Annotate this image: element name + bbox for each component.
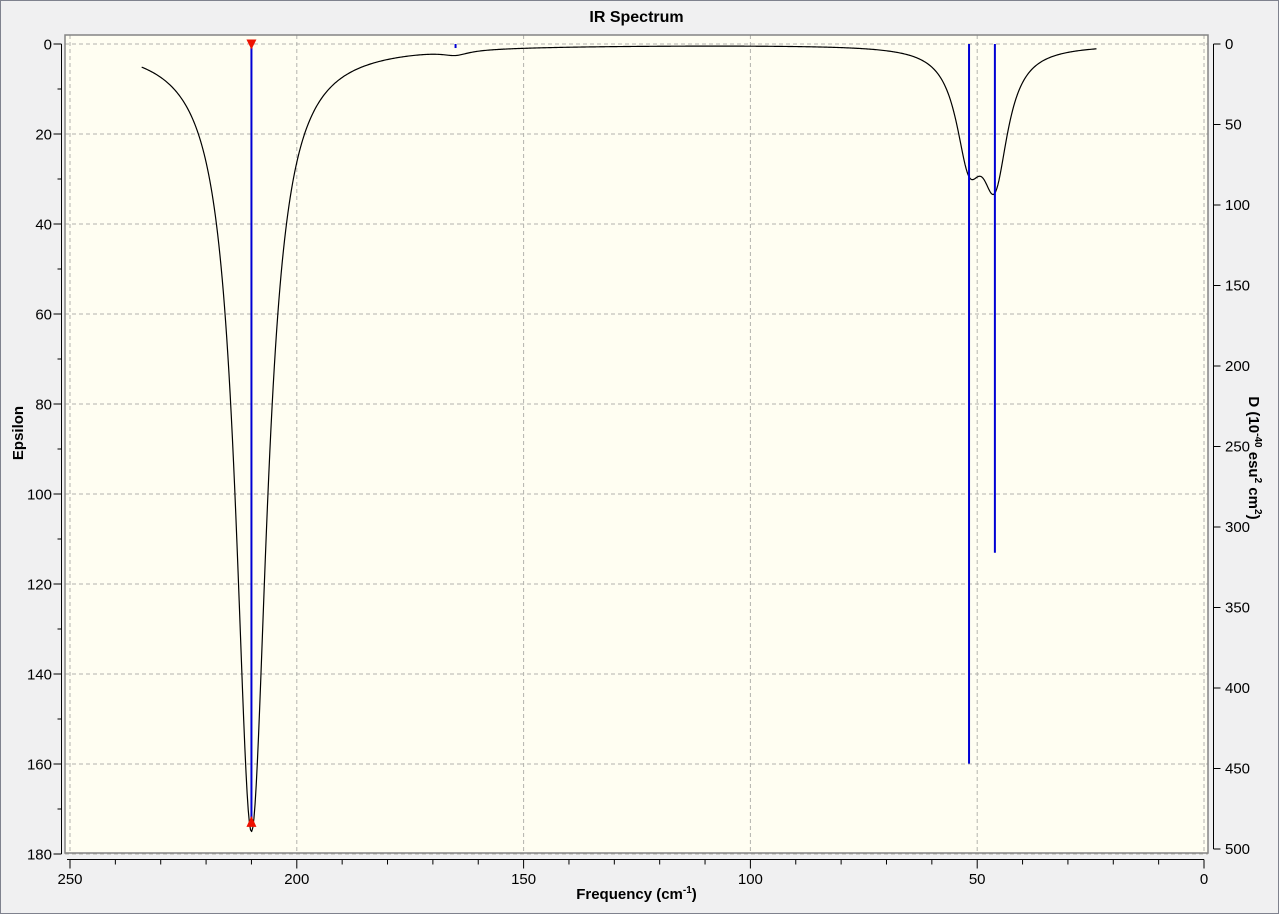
y-right-tick-label: 50: [1225, 117, 1242, 134]
y-right-axis-label: D (10-40 esu2 cm2): [1245, 396, 1263, 520]
y-left-axis-label: Epsilon: [10, 405, 27, 461]
y-left-tick-label: 160: [27, 757, 52, 774]
y-left-tick-label: 140: [27, 667, 52, 684]
y-right-tick-label: 150: [1225, 278, 1250, 295]
y-right-tick-label: 400: [1225, 680, 1250, 697]
y-left-tick-label: 60: [35, 307, 52, 324]
y-left-tick-label: 80: [35, 397, 52, 414]
y-left-tick-label: 180: [27, 847, 52, 864]
x-axis-label: Frequency (cm-1): [576, 885, 697, 903]
y-right-tick-label: 0: [1225, 36, 1233, 53]
y-left-tick-label: 120: [27, 577, 52, 594]
ir-spectrum-window: IR Spectrum 0 20 40 60 80 100 120 140 160 180 250 2…: [0, 0, 1279, 914]
y-right-tick-label: 500: [1225, 841, 1250, 858]
y-right-tick-label: 350: [1225, 600, 1250, 617]
spectrum-plot: 020406080100120140160180250 200 150 100 50 00…: [27, 34, 1250, 888]
y-left-tick-label: 0: [44, 37, 52, 54]
y-right-tick-label: 100: [1225, 197, 1250, 214]
y-left-tick-label: 100: [27, 487, 52, 504]
y-left-tick-label: 40: [35, 217, 52, 234]
y-right-tick-label: 450: [1225, 761, 1250, 778]
screenshot-root: { "window": { "title": "IR Spectrum" }, …: [0, 0, 1279, 914]
plot-canvas[interactable]: [65, 35, 1208, 853]
y-left-tick-label: 20: [35, 127, 52, 144]
